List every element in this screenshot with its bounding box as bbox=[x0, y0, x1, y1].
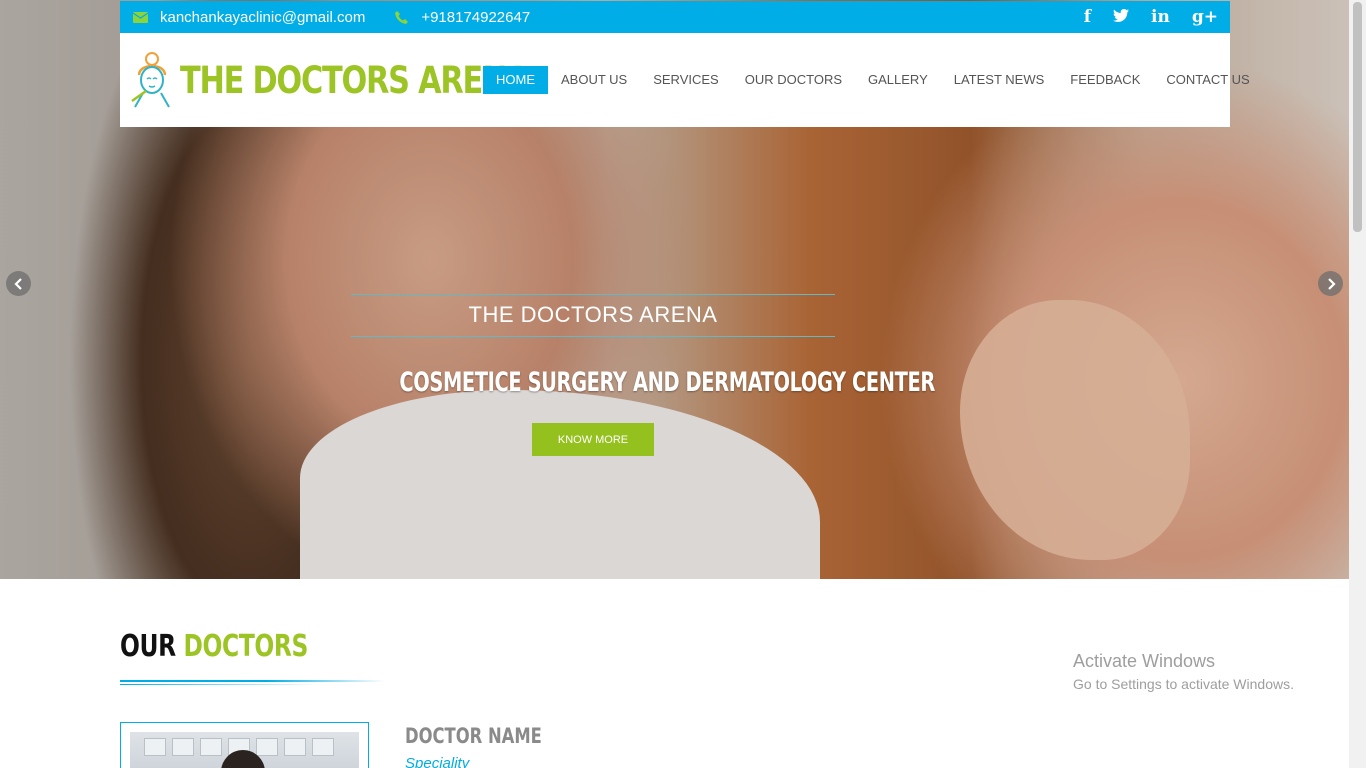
section-title-underline bbox=[120, 680, 385, 682]
top-contact-bar: kanchankayaclinic@gmail.com +91817492264… bbox=[120, 1, 1230, 33]
scrollbar-thumb[interactable] bbox=[1353, 2, 1362, 232]
page: kanchankayaclinic@gmail.com +91817492264… bbox=[0, 0, 1366, 768]
nav-home[interactable]: HOME bbox=[483, 66, 548, 94]
know-more-button[interactable]: KNOW MORE bbox=[532, 423, 654, 456]
email-contact[interactable]: kanchankayaclinic@gmail.com bbox=[132, 9, 365, 26]
section-title-our-doctors: OUR DOCTORS bbox=[120, 629, 308, 664]
nav-latest-news[interactable]: LATEST NEWS bbox=[941, 66, 1058, 94]
twitter-icon[interactable] bbox=[1113, 7, 1130, 27]
chevron-left-icon bbox=[13, 277, 22, 290]
nav-about-us[interactable]: ABOUT US bbox=[548, 66, 640, 94]
watermark-title: Activate Windows bbox=[1073, 651, 1216, 671]
phone-contact[interactable]: +918174922647 bbox=[393, 9, 530, 26]
page-scrollbar[interactable] bbox=[1349, 0, 1366, 768]
windows-activation-watermark: Activate Windows Go to Settings to activ… bbox=[1073, 651, 1294, 692]
site-title: THE DOCTORS ARENA bbox=[180, 58, 530, 102]
nav-feedback[interactable]: FEEDBACK bbox=[1057, 66, 1153, 94]
doctor-speciality: Speciality bbox=[405, 755, 470, 768]
carousel-prev-button[interactable] bbox=[6, 271, 31, 296]
section-title-part1: OUR bbox=[120, 629, 176, 664]
doctor-card[interactable] bbox=[120, 722, 369, 768]
caption-divider-bottom bbox=[351, 336, 835, 337]
nav-our-doctors[interactable]: OUR DOCTORS bbox=[732, 66, 855, 94]
site-header: THE DOCTORS ARENA HOME ABOUT US SERVICES… bbox=[120, 33, 1250, 127]
nav-contact-us[interactable]: CONTACT US bbox=[1153, 66, 1262, 94]
social-links: f in g+ bbox=[1084, 7, 1218, 27]
phone-icon bbox=[393, 10, 409, 24]
email-text: kanchankayaclinic@gmail.com bbox=[160, 8, 366, 26]
facebook-icon[interactable]: f bbox=[1084, 7, 1091, 27]
google-plus-icon[interactable]: g+ bbox=[1192, 7, 1218, 27]
slide-caption: THE DOCTORS ARENA COSMETICE SURGERY AND … bbox=[351, 294, 935, 398]
slide-headline: COSMETICE SURGERY AND DERMATOLOGY CENTER bbox=[399, 367, 935, 398]
carousel-next-button[interactable] bbox=[1318, 271, 1343, 296]
nav-services[interactable]: SERVICES bbox=[640, 66, 732, 94]
doctor-photo bbox=[130, 732, 359, 768]
slide-brand: THE DOCTORS ARENA bbox=[468, 302, 718, 327]
watermark-subtitle: Go to Settings to activate Windows. bbox=[1073, 676, 1294, 692]
section-title-part2: DOCTORS bbox=[183, 629, 309, 664]
doctor-face-logo-icon bbox=[131, 52, 170, 108]
chevron-right-icon bbox=[1327, 277, 1336, 290]
linkedin-icon[interactable]: in bbox=[1151, 7, 1170, 27]
section-title-underline-thin bbox=[120, 684, 320, 685]
envelope-icon bbox=[132, 11, 148, 23]
phone-text: +918174922647 bbox=[421, 8, 531, 26]
nav-gallery[interactable]: GALLERY bbox=[855, 66, 941, 94]
main-nav: HOME ABOUT US SERVICES OUR DOCTORS GALLE… bbox=[483, 66, 1263, 94]
doctor-name: DOCTOR NAME bbox=[405, 724, 542, 748]
